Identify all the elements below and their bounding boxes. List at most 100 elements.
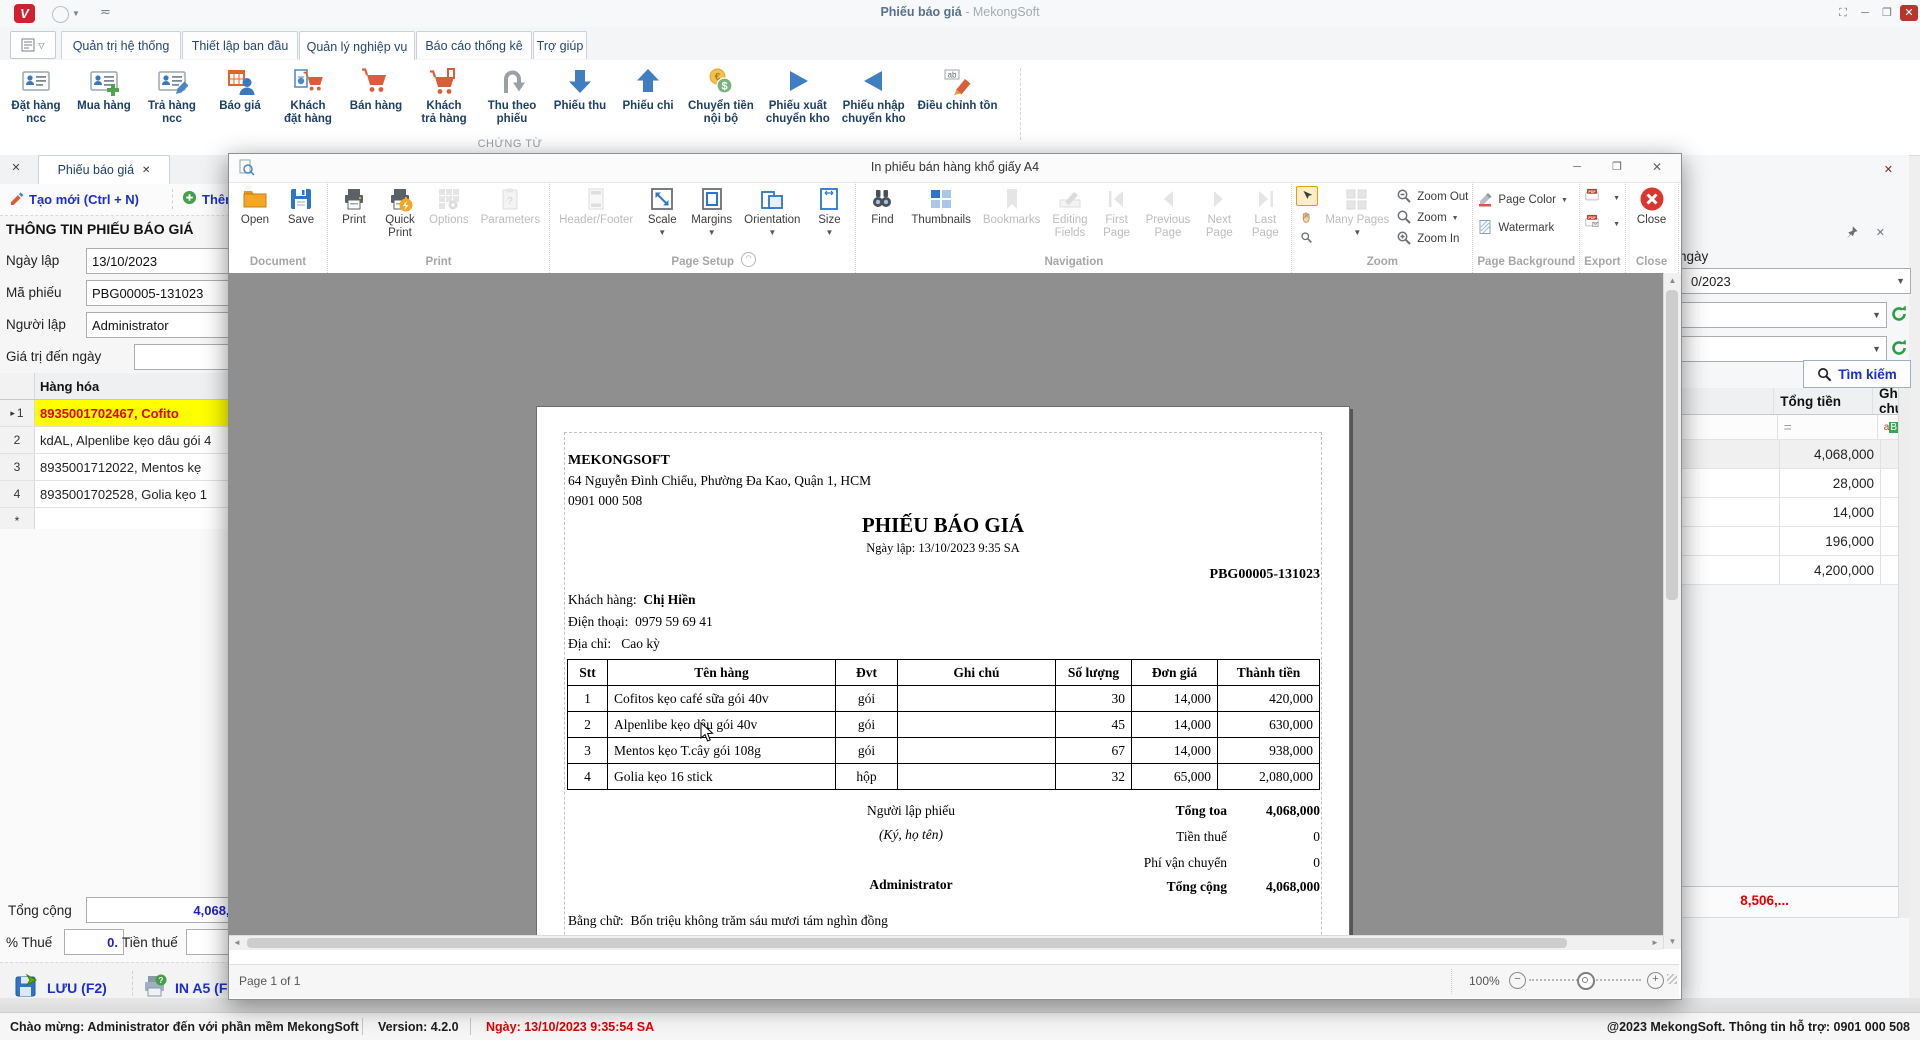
- ribbon-button-dat-hang-ncc[interactable]: Đặt hàng ncc: [2, 62, 70, 128]
- ribbon-button-dieu-chinh-ton[interactable]: abĐiều chỉnh tồn: [912, 62, 1004, 115]
- page-color-icon: [1477, 191, 1493, 210]
- ribbon-button-phieu-xuat-chuyen-kho[interactable]: Phiếu xuất chuyển kho: [760, 62, 836, 128]
- welcome-text: Chào mừng: Administrator đến với phần mề…: [10, 1020, 359, 1034]
- scroll-right-icon[interactable]: ►: [1647, 936, 1663, 950]
- maximize-icon[interactable]: ❐: [1607, 160, 1627, 176]
- horizontal-scrollbar[interactable]: ◄ ►: [229, 935, 1663, 950]
- printer-icon: [341, 186, 367, 212]
- close-icon[interactable]: ✕: [7, 161, 25, 178]
- tab-thiet-lap-ban-dau[interactable]: Thiết lập ban đầu: [182, 31, 298, 59]
- tax-percent-input[interactable]: 0.: [64, 929, 124, 955]
- ribbon-button-ban-hang[interactable]: Bán hàng: [342, 62, 410, 115]
- separator: [362, 1018, 363, 1035]
- scrollbar-thumb[interactable]: [1666, 290, 1678, 600]
- scrollbar-thumb[interactable]: [247, 938, 1567, 948]
- size-button[interactable]: Size▼: [807, 184, 851, 239]
- orientation-button[interactable]: Orientation▼: [739, 184, 805, 239]
- thumbnails-button[interactable]: Thumbnails: [906, 184, 975, 229]
- chevron-down-icon: ▼: [1452, 215, 1459, 222]
- minimize-icon[interactable]: ─: [1567, 160, 1587, 176]
- nav-next-icon: [1206, 186, 1232, 212]
- minimize-icon[interactable]: ─: [1856, 5, 1874, 21]
- ribbon-button-mua-hang[interactable]: Mua hàng: [70, 62, 138, 115]
- tab-quan-tri-he-thong[interactable]: Quản trị hệ thống: [61, 31, 181, 59]
- page-color-button[interactable]: Page Color ▼: [1477, 190, 1567, 210]
- ribbon-button-khach-dat-hang[interactable]: Khách đặt hàng: [274, 62, 342, 128]
- zoom-in-button[interactable]: Zoom In: [1396, 229, 1468, 249]
- invoice-cell: gói: [836, 712, 898, 738]
- pin-icon[interactable]: [1844, 225, 1859, 243]
- pointer-tool-button[interactable]: [1296, 186, 1318, 206]
- print-preview-dialog: In phiếu bán hàng khổ giấy A4 ─ ❐ ✕ Open…: [228, 153, 1682, 1000]
- invoice-col-header: Thành tiền: [1218, 660, 1320, 686]
- scroll-up-icon[interactable]: ▲: [1664, 273, 1681, 288]
- close-panel-icon[interactable]: ✕: [1876, 226, 1885, 239]
- invoice-company: MEKONGSOFT: [568, 453, 670, 469]
- dialog-titlebar[interactable]: In phiếu bán hàng khổ giấy A4 ─ ❐ ✕: [229, 154, 1681, 183]
- history-cell-amount: 4,200,000: [1780, 556, 1881, 584]
- tab-quan-ly-nghiep-vu[interactable]: Quản lý nghiệp vụ: [299, 31, 415, 61]
- chevron-down-icon: ▼: [658, 228, 666, 237]
- ribbon-button-tra-hang-ncc[interactable]: Trả hàng ncc: [138, 62, 206, 128]
- separator: [172, 189, 173, 209]
- send-pdf-email-button[interactable]: PDF ▼: [1584, 214, 1620, 234]
- scroll-down-icon[interactable]: ▼: [1664, 934, 1681, 949]
- close-icon[interactable]: ✕: [1884, 163, 1893, 176]
- zoom-out-button[interactable]: −: [1509, 972, 1526, 989]
- tab-tro-giup[interactable]: Trợ giúp: [533, 31, 587, 59]
- zoom-out-button[interactable]: Zoom Out: [1396, 187, 1468, 207]
- print-button[interactable]: Print: [332, 184, 376, 229]
- zoom-slider-thumb[interactable]: [1577, 972, 1595, 990]
- close-icon[interactable]: ✕: [1647, 160, 1667, 176]
- fullscreen-icon[interactable]: ⛶: [1834, 5, 1852, 21]
- resize-grip[interactable]: [1667, 974, 1677, 984]
- search-button[interactable]: Tìm kiếm: [1803, 360, 1911, 388]
- find-button[interactable]: Find: [860, 184, 904, 229]
- ribbon-button-phieu-nhap-chuyen-kho[interactable]: Phiếu nhập chuyển kho: [836, 62, 912, 128]
- clipboard-icon: ?: [497, 186, 523, 212]
- save-button[interactable]: Save: [279, 184, 323, 229]
- separator: [470, 1018, 471, 1035]
- scrollbar[interactable]: [1898, 388, 1909, 918]
- scroll-left-icon[interactable]: ◄: [229, 936, 245, 950]
- zoom-dropdown[interactable]: Zoom ▼: [1396, 208, 1468, 228]
- ribbon-button-chuyen-tien-noi-bo[interactable]: €$Chuyển tiền nội bộ: [682, 62, 760, 128]
- close-icon[interactable]: ✕: [1900, 5, 1918, 21]
- magnifier-tool-button[interactable]: [1296, 228, 1316, 246]
- quick-print-button[interactable]: Quick Print: [378, 184, 422, 242]
- zoom-in-button[interactable]: +: [1647, 972, 1664, 989]
- ribbon-button-thu-theo-phieu[interactable]: Thu theo phiếu: [478, 62, 546, 128]
- ribbon-button-khach-tra-hang[interactable]: Khách trả hàng: [410, 62, 478, 128]
- open-button[interactable]: Open: [233, 184, 277, 229]
- export-pdf-button[interactable]: PDF ▼: [1584, 188, 1620, 208]
- scale-button[interactable]: Scale▼: [640, 184, 684, 239]
- toolbar-group-caption: Print: [332, 256, 545, 273]
- toolbar-button-label: Print: [342, 214, 366, 227]
- maximize-icon[interactable]: ❐: [1878, 5, 1896, 21]
- invoice-cell: 67: [1056, 738, 1132, 764]
- close-tab-icon[interactable]: ✕: [142, 165, 150, 176]
- app-menu-button[interactable]: ▽: [10, 31, 56, 59]
- col-header-tong-tien[interactable]: Tổng tiền: [1774, 388, 1873, 414]
- close-preview-button[interactable]: Close: [1630, 184, 1674, 229]
- ribbon-button-phieu-thu[interactable]: Phiếu thu: [546, 62, 614, 115]
- create-new-button[interactable]: Tạo mới (Ctrl + N): [9, 190, 139, 208]
- hand-tool-button[interactable]: [1296, 208, 1316, 226]
- statusbar: Chào mừng: Administrator đến với phần mề…: [0, 1012, 1920, 1040]
- filter-equals-icon[interactable]: =: [1778, 415, 1878, 439]
- invoice-row: 3Mentos kẹo T.cây gói 108ggói6714,000938…: [568, 738, 1320, 764]
- ribbon-button-bao-gia[interactable]: Báo giá: [206, 62, 274, 115]
- collapse-group-icon[interactable]: ◠: [741, 252, 756, 267]
- tab-bao-cao-thong-ke[interactable]: Báo cáo thống kê: [416, 31, 532, 59]
- ribbon-button-phieu-chi[interactable]: Phiếu chi: [614, 62, 682, 115]
- invoice-cell: [898, 686, 1056, 712]
- refresh-icon[interactable]: [1889, 338, 1909, 358]
- customer-phone-row: Điện thoại: 0979 59 69 41: [568, 614, 713, 630]
- margins-button[interactable]: Margins▼: [686, 184, 737, 239]
- document-tab-phieu-bao-gia[interactable]: Phiếu báo giá ✕: [38, 155, 170, 184]
- vertical-scrollbar[interactable]: ▲ ▼: [1663, 273, 1681, 949]
- zoom-out-icon: [1396, 188, 1412, 207]
- refresh-icon[interactable]: [1889, 304, 1909, 324]
- many-pages-button[interactable]: Many Pages ▼: [1320, 184, 1394, 239]
- watermark-button[interactable]: Watermark: [1477, 218, 1554, 238]
